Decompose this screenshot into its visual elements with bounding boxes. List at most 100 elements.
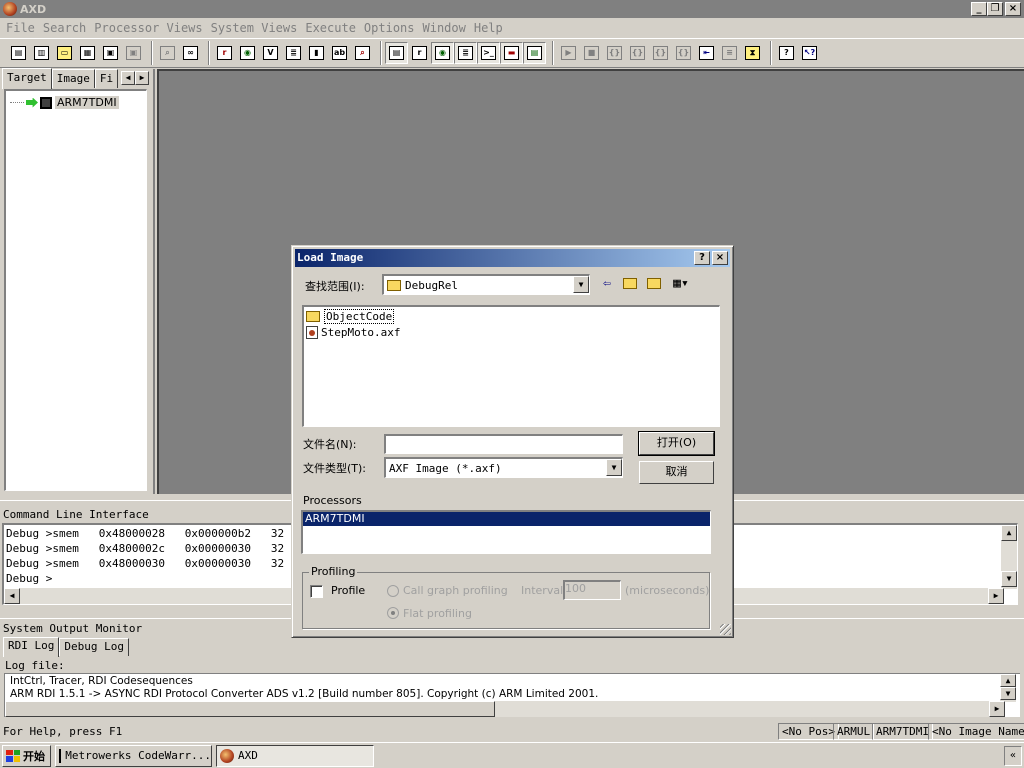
processors-list[interactable]: ARM7TDMI	[301, 510, 711, 554]
step-icon[interactable]: {}	[626, 42, 649, 64]
scroll-thumb[interactable]	[5, 701, 495, 717]
binoculars-icon[interactable]: ∞	[179, 42, 202, 64]
close-button[interactable]: ×	[1005, 2, 1021, 16]
system-list-icon[interactable]: ≣	[454, 42, 477, 64]
tab-scroll-right-icon[interactable]: ▶	[135, 71, 149, 85]
help-icon[interactable]: ?	[775, 42, 798, 64]
flat-profiling-radio[interactable]	[387, 607, 399, 619]
menu-execute[interactable]: Execute	[301, 19, 360, 37]
tab-target[interactable]: Target	[2, 68, 52, 89]
tree-connector	[10, 102, 24, 103]
disassembly-icon[interactable]: ab	[328, 42, 351, 64]
resize-grip-icon[interactable]	[720, 624, 731, 635]
menu-file[interactable]: File	[2, 19, 39, 37]
view-menu-icon[interactable]: ▦▾	[668, 276, 694, 292]
tray-expand-icon[interactable]: «	[1004, 746, 1022, 766]
menu-search[interactable]: Search	[39, 19, 90, 37]
cli-vertical-scrollbar[interactable]: ▲ ▼	[1001, 525, 1017, 589]
backtrace-icon[interactable]: ≣	[282, 42, 305, 64]
run-to-cursor-icon[interactable]: {}	[672, 42, 695, 64]
list-item-objectcode[interactable]: ObjectCode	[306, 309, 395, 324]
paste-icon[interactable]: ▣	[122, 42, 145, 64]
scroll-down-icon[interactable]: ▼	[1001, 571, 1017, 587]
source-files-icon[interactable]: ⌕	[351, 42, 374, 64]
tab-files[interactable]: Fi	[94, 69, 119, 88]
output-monitor-icon[interactable]: ▬	[500, 42, 523, 64]
target-panel: Target Image Fi ◀ ▶ ARM7TDMI	[0, 68, 155, 494]
dialog-close-button[interactable]: ×	[712, 251, 728, 265]
log-horizontal-scrollbar[interactable]: ▶	[5, 701, 1005, 717]
up-folder-icon[interactable]	[621, 276, 639, 292]
restore-button[interactable]: ❐	[987, 2, 1003, 16]
dialog-title-bar[interactable]: Load Image ? ×	[295, 249, 730, 267]
interval-input[interactable]: 100	[563, 580, 621, 600]
axd-icon	[220, 748, 234, 763]
interval-label: Interval:	[521, 584, 567, 597]
menu-options[interactable]: Options	[360, 19, 419, 37]
call-graph-radio[interactable]	[387, 585, 399, 597]
window-title-bar[interactable]: AXD _ ❐ ×	[0, 0, 1024, 18]
open-folder-icon[interactable]: ▭	[53, 42, 76, 64]
chevron-down-icon[interactable]: ▼	[573, 276, 589, 293]
go-icon[interactable]: ▶	[557, 42, 580, 64]
log-vertical-scrollbar[interactable]: ▲ ▼	[1000, 674, 1016, 702]
system-watch-icon[interactable]: ◉	[431, 42, 454, 64]
step-out-icon[interactable]: {}	[649, 42, 672, 64]
tab-scroll-left-icon[interactable]: ◀	[121, 71, 135, 85]
stop-icon[interactable]: ■	[580, 42, 603, 64]
taskbar-item-axd[interactable]: AXD	[216, 744, 374, 767]
load-image-icon[interactable]: ▤	[7, 42, 30, 64]
menu-system-views[interactable]: System Views	[207, 19, 302, 37]
menu-processor-views[interactable]: Processor Views	[90, 19, 206, 37]
profile-checkbox[interactable]	[310, 585, 323, 598]
tab-rdi-log[interactable]: RDI Log	[3, 637, 60, 657]
taskbar-item-codewarrior[interactable]: Metrowerks CodeWarr...	[55, 744, 212, 767]
tree-item-arm7tdmi[interactable]: ARM7TDMI	[10, 96, 119, 109]
filetype-dropdown[interactable]: AXF Image (*.axf) ▼	[384, 457, 623, 478]
menu-help[interactable]: Help	[470, 19, 507, 37]
variables-icon[interactable]: V	[259, 42, 282, 64]
minimize-button[interactable]: _	[971, 2, 987, 16]
toggle-breakpoint-icon[interactable]: ⇤	[695, 42, 718, 64]
scroll-left-icon[interactable]: ◀	[4, 588, 20, 604]
look-in-dropdown[interactable]: DebugRel ▼	[382, 274, 590, 295]
dialog-help-button[interactable]: ?	[694, 251, 710, 265]
chevron-down-icon[interactable]: ▼	[606, 459, 622, 476]
save-memory-icon[interactable]: ▦	[76, 42, 99, 64]
scroll-up-icon[interactable]: ▲	[1001, 525, 1017, 541]
context-help-icon[interactable]: ↖?	[798, 42, 821, 64]
taskbar-item-label: AXD	[238, 749, 258, 762]
output-icon[interactable]: ▤	[523, 42, 546, 64]
system-registers-icon[interactable]: ▤	[385, 42, 408, 64]
scroll-right-icon[interactable]: ▶	[988, 588, 1004, 604]
command-line-icon[interactable]: >_	[477, 42, 500, 64]
memory-icon[interactable]: ▮	[305, 42, 328, 64]
list-item-processor[interactable]: ARM7TDMI	[303, 512, 710, 526]
registers-icon[interactable]: r	[213, 42, 236, 64]
open-button[interactable]: 打开(O)	[638, 431, 715, 456]
start-button[interactable]: 开始	[2, 744, 51, 767]
filename-input[interactable]	[384, 434, 623, 454]
tab-image[interactable]: Image	[51, 69, 95, 88]
new-folder-icon[interactable]	[645, 276, 663, 292]
scroll-right-icon[interactable]: ▶	[989, 701, 1005, 717]
menu-bar: File Search Processor Views System Views…	[0, 19, 1024, 37]
find-icon[interactable]: ⌕	[156, 42, 179, 64]
scroll-down-icon[interactable]: ▼	[1000, 687, 1016, 700]
cancel-button[interactable]: 取消	[639, 461, 714, 484]
scroll-up-icon[interactable]: ▲	[1000, 674, 1016, 687]
step-in-icon[interactable]: {}	[603, 42, 626, 64]
menu-window[interactable]: Window	[419, 19, 470, 37]
hourglass-icon[interactable]: ⧗	[741, 42, 764, 64]
log-output[interactable]: IntCtrl, Tracer, RDI Codesequences ARM R…	[4, 673, 1020, 717]
list-item-stepmoto[interactable]: StepMoto.axf	[306, 326, 400, 339]
reload-image-icon[interactable]: ▥	[30, 42, 53, 64]
watch-icon[interactable]: ◉	[236, 42, 259, 64]
copy-icon[interactable]: ▣	[99, 42, 122, 64]
tab-debug-log[interactable]: Debug Log	[59, 638, 129, 656]
file-list[interactable]: ObjectCode StepMoto.axf	[302, 305, 720, 427]
system-r-icon[interactable]: r	[408, 42, 431, 64]
back-icon[interactable]: ⇦	[598, 276, 616, 292]
cli-prompt[interactable]: Debug >	[6, 572, 52, 585]
breakpoints-icon[interactable]: ≡	[718, 42, 741, 64]
